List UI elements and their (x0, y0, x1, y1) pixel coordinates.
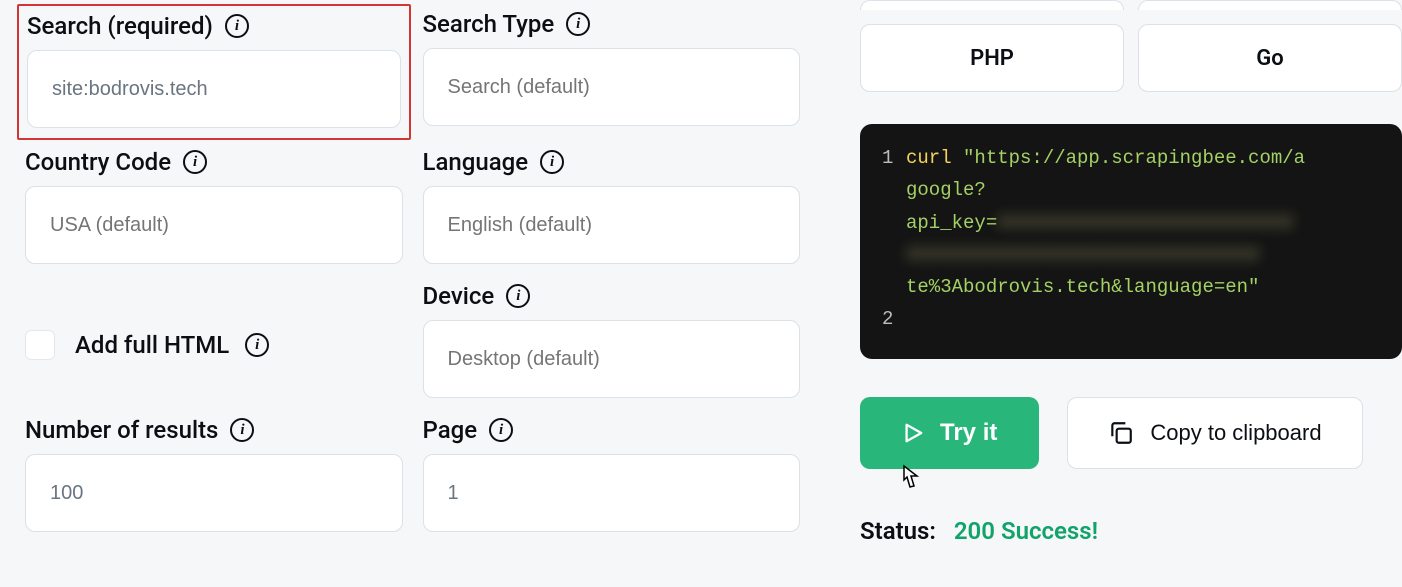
page-label: Page i (423, 416, 801, 444)
search-type-input[interactable] (423, 48, 801, 126)
try-it-button[interactable]: Try it (860, 397, 1039, 469)
page-input[interactable] (423, 454, 801, 532)
copy-icon (1108, 420, 1134, 446)
tab-php[interactable]: PHP (860, 24, 1124, 92)
code-snippet[interactable]: 1 curl "https://app.scrapingbee.com/a go… (860, 124, 1402, 359)
num-results-input[interactable] (25, 454, 403, 532)
line-number: 2 (882, 303, 906, 335)
info-icon[interactable]: i (230, 418, 254, 442)
info-icon[interactable]: i (183, 150, 207, 174)
info-icon[interactable]: i (506, 284, 530, 308)
num-results-label: Number of results i (25, 416, 403, 444)
search-label: Search (required) i (27, 12, 401, 40)
info-icon[interactable]: i (225, 14, 249, 38)
add-full-html-label: Add full HTML i (75, 331, 269, 359)
device-input[interactable] (423, 320, 801, 398)
country-code-input[interactable] (25, 186, 403, 264)
status-text: Status: 200 Success! (860, 517, 1402, 545)
add-full-html-checkbox[interactable] (25, 330, 55, 360)
country-code-label: Country Code i (25, 148, 403, 176)
lang-tabs-row-top (860, 0, 1402, 10)
search-type-label: Search Type i (423, 10, 801, 38)
tab-go[interactable]: Go (1138, 24, 1402, 92)
api-key-blurred: XXXXXXXXXXXXXXXXXXXXXXXXXXXXXXX (906, 239, 1259, 271)
api-key-blurred: XXXXXXXXXXXXXXXXXXXXXXXXXX (997, 207, 1293, 239)
info-icon[interactable]: i (566, 12, 590, 36)
search-field-highlight: Search (required) i (17, 4, 411, 140)
language-input[interactable] (423, 186, 801, 264)
search-input[interactable] (27, 50, 401, 128)
play-icon (902, 421, 924, 445)
language-label: Language i (423, 148, 801, 176)
info-icon[interactable]: i (540, 150, 564, 174)
device-label: Device i (423, 282, 801, 310)
info-icon[interactable]: i (245, 333, 269, 357)
copy-to-clipboard-button[interactable]: Copy to clipboard (1067, 397, 1362, 469)
info-icon[interactable]: i (489, 418, 513, 442)
status-badge: 200 Success! (954, 517, 1098, 545)
line-number: 1 (882, 142, 906, 174)
